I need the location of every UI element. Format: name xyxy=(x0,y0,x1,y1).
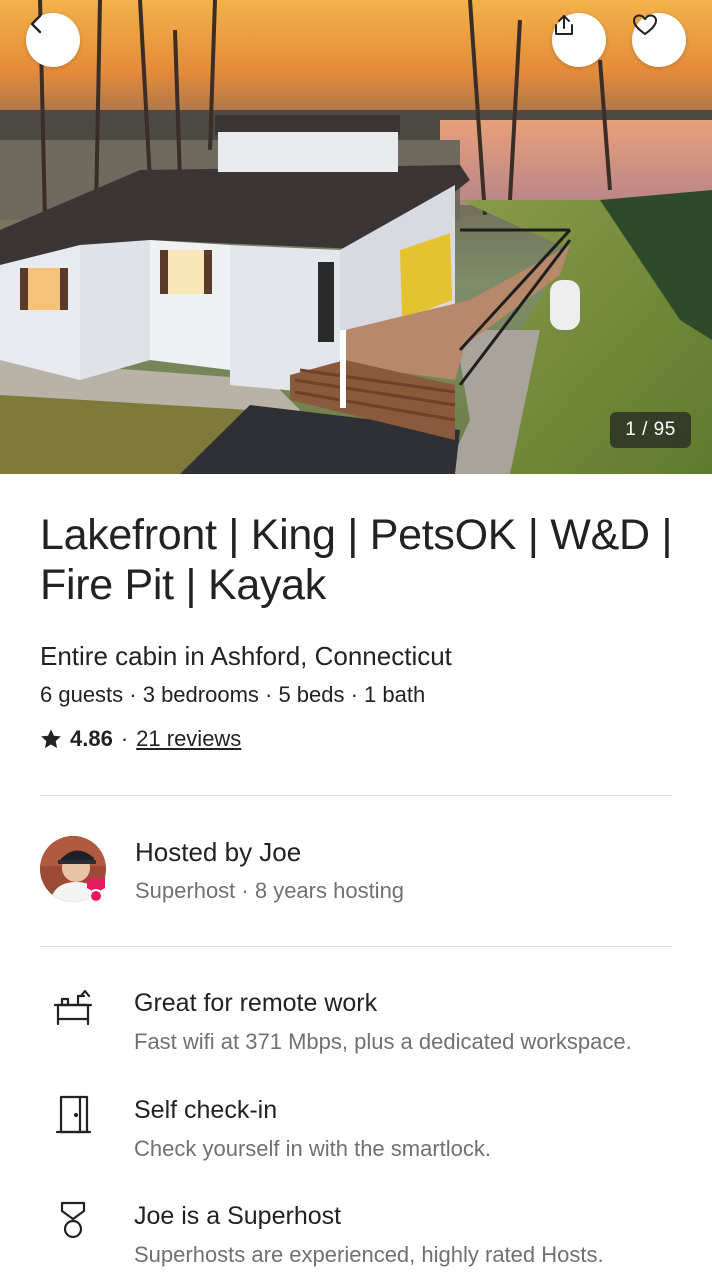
divider xyxy=(40,946,672,947)
feature-title: Self check-in xyxy=(134,1096,278,1124)
feature-description: Check yourself in with the smartlock. xyxy=(134,1136,492,1161)
desk-workspace-icon xyxy=(53,989,93,1026)
host-meta: Superhost · 8 years hosting xyxy=(135,878,405,903)
back-button[interactable] xyxy=(26,13,80,67)
listing-title: Lakefront | King | PetsOK | W&D | Fire P… xyxy=(40,511,673,609)
listing-photo[interactable]: 1 / 95 xyxy=(0,0,712,474)
share-button[interactable] xyxy=(552,13,606,67)
superhost-medal-icon xyxy=(60,1201,86,1239)
divider xyxy=(40,795,672,796)
reviews-link[interactable]: 21 reviews xyxy=(136,724,241,754)
listing-subtitle: Entire cabin in Ashford, Connecticut xyxy=(40,641,452,671)
share-icon xyxy=(555,15,573,35)
photo-counter: 1 / 95 xyxy=(610,412,691,448)
cabin-lake-photo xyxy=(0,0,712,474)
favorite-button[interactable] xyxy=(632,13,686,67)
listing-details: 6 guests · 3 bedrooms · 5 beds · 1 bath xyxy=(40,682,426,707)
feature-title: Joe is a Superhost xyxy=(134,1202,342,1230)
rating-value: 4.86 xyxy=(70,726,113,751)
feature-description: Fast wifi at 371 Mbps, plus a dedicated … xyxy=(134,1029,632,1054)
door-icon xyxy=(55,1095,92,1134)
feature-description: Superhosts are experienced, highly rated… xyxy=(134,1242,604,1267)
superhost-badge-icon xyxy=(87,878,105,903)
heart-icon xyxy=(633,14,657,35)
star-icon xyxy=(41,729,61,748)
rating-row: 4.86 · 21 reviews xyxy=(40,724,241,754)
feature-title: Great for remote work xyxy=(134,989,378,1017)
host-name: Hosted by Joe xyxy=(135,837,302,867)
chevron-left-icon xyxy=(30,14,42,34)
rating-separator: · xyxy=(120,726,129,751)
